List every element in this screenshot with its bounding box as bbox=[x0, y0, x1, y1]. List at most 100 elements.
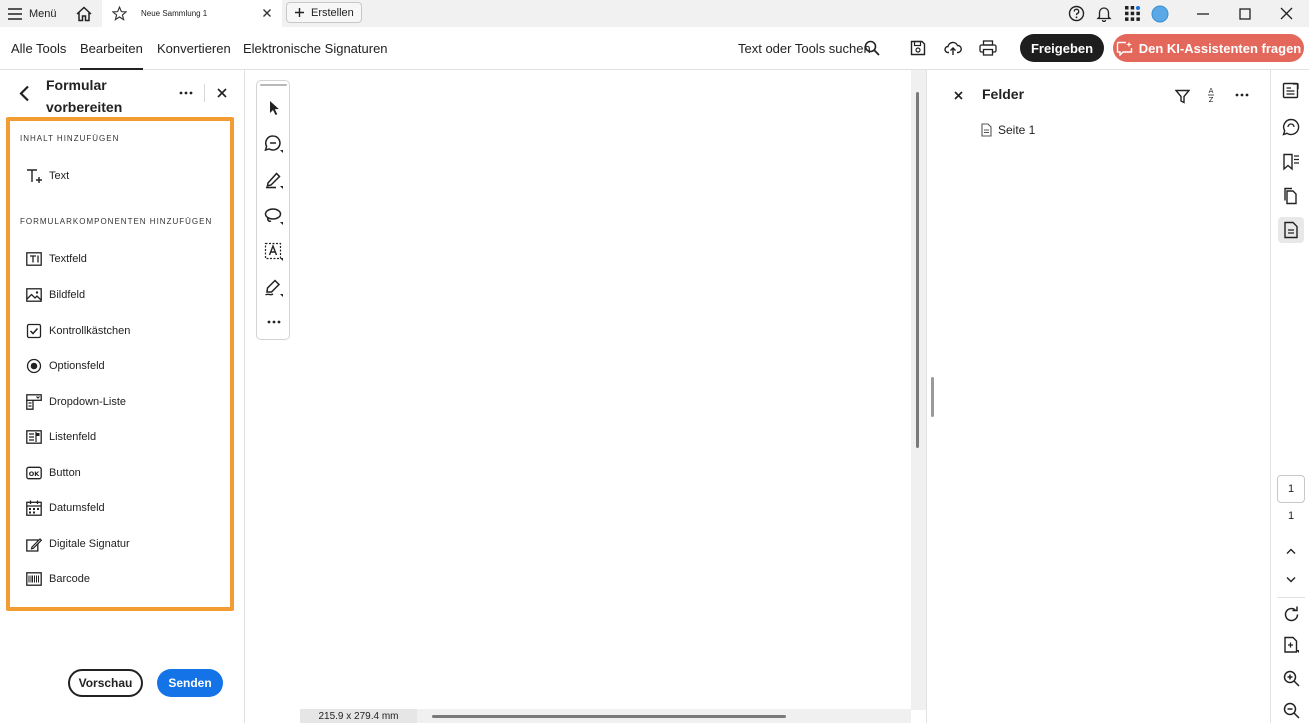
tab-elektronische-signaturen[interactable]: Elektronische Signaturen bbox=[243, 41, 388, 56]
current-page-input[interactable]: 1 bbox=[1277, 475, 1305, 503]
component-barcode[interactable]: Barcode bbox=[26, 569, 90, 589]
edit-pdf-icon bbox=[1282, 82, 1299, 99]
highlight-tool[interactable] bbox=[263, 169, 285, 191]
avatar[interactable] bbox=[1151, 0, 1169, 27]
send-button[interactable]: Senden bbox=[157, 669, 223, 697]
comment-tool[interactable] bbox=[263, 133, 285, 155]
vertical-scroll-thumb[interactable] bbox=[916, 92, 919, 448]
panel-close-button[interactable] bbox=[214, 85, 230, 101]
prepare-form-panel: Formular vorbereiten INHALT HINZUFÜGEN T… bbox=[0, 70, 245, 723]
text-recognition-tool[interactable] bbox=[263, 241, 285, 263]
chevron-up-icon bbox=[1286, 548, 1296, 554]
rail-edit-button[interactable] bbox=[1278, 78, 1304, 104]
home-icon bbox=[76, 5, 92, 21]
ai-assistant-icon bbox=[1116, 41, 1132, 56]
document-canvas[interactable] bbox=[300, 70, 912, 710]
component-label: Digitale Signatur bbox=[49, 538, 130, 550]
fill-sign-tool[interactable] bbox=[263, 277, 285, 299]
component-kontrollkaestchen[interactable]: Kontrollkästchen bbox=[26, 321, 130, 341]
bell-icon bbox=[1096, 7, 1112, 22]
search-button[interactable] bbox=[863, 39, 881, 57]
help-button[interactable] bbox=[1068, 0, 1085, 27]
signature-icon bbox=[26, 538, 42, 552]
tab-alle-tools[interactable]: Alle Tools bbox=[11, 41, 66, 56]
more-tools[interactable] bbox=[263, 311, 285, 333]
section-form-components: FORMULARKOMPONENTEN HINZUFÜGEN bbox=[20, 217, 213, 226]
rotate-button[interactable] bbox=[1278, 601, 1304, 627]
drag-handle[interactable] bbox=[260, 84, 287, 86]
dropdown-icon bbox=[26, 394, 42, 410]
menu-button[interactable]: Menü bbox=[8, 0, 57, 27]
tab-bearbeiten[interactable]: Bearbeiten bbox=[80, 41, 143, 70]
save-button[interactable] bbox=[908, 38, 928, 58]
avatar-icon bbox=[1151, 5, 1169, 22]
next-page-button[interactable] bbox=[1278, 567, 1304, 593]
zoom-out-button[interactable] bbox=[1278, 697, 1304, 723]
plus-icon bbox=[295, 8, 304, 17]
horizontal-scroll-thumb[interactable] bbox=[432, 715, 786, 718]
fields-more-button[interactable] bbox=[1233, 87, 1251, 103]
upload-button[interactable] bbox=[943, 38, 963, 58]
tab-title: Neue Sammlung 1 bbox=[141, 9, 208, 18]
document-tab[interactable]: Neue Sammlung 1 bbox=[102, 0, 282, 27]
close-icon[interactable] bbox=[260, 6, 274, 20]
print-button[interactable] bbox=[978, 38, 998, 58]
notifications-button[interactable] bbox=[1096, 0, 1112, 27]
component-listenfeld[interactable]: Listenfeld bbox=[26, 427, 96, 447]
close-window-button[interactable] bbox=[1280, 0, 1293, 27]
create-button[interactable]: Erstellen bbox=[286, 2, 362, 23]
rail-pages-button[interactable] bbox=[1278, 183, 1304, 209]
maximize-button[interactable] bbox=[1239, 0, 1251, 27]
rail-form-fields-button[interactable] bbox=[1278, 217, 1304, 243]
lasso-tool[interactable] bbox=[263, 205, 285, 227]
ai-label: Den KI-Assistenten fragen bbox=[1138, 40, 1302, 56]
rail-comment-button[interactable] bbox=[1278, 114, 1304, 140]
component-label: Kontrollkästchen bbox=[49, 325, 131, 337]
back-button[interactable] bbox=[14, 83, 34, 103]
minimize-button[interactable] bbox=[1196, 0, 1210, 27]
print-icon bbox=[979, 40, 997, 56]
component-textfeld[interactable]: Textfeld bbox=[26, 249, 87, 269]
radio-icon bbox=[26, 358, 42, 374]
fields-title: Felder bbox=[982, 86, 1025, 102]
component-bildfeld[interactable]: Bildfeld bbox=[26, 285, 85, 305]
ai-assistant-button[interactable]: Den KI-Assistenten fragen bbox=[1113, 34, 1304, 62]
rotate-icon bbox=[1284, 606, 1298, 621]
more-icon bbox=[267, 320, 281, 324]
preview-button[interactable]: Vorschau bbox=[68, 669, 143, 697]
fields-close-button[interactable] bbox=[951, 88, 965, 102]
share-button[interactable]: Freigeben bbox=[1020, 34, 1104, 62]
sort-button[interactable]: AZ bbox=[1203, 85, 1219, 105]
more-horizontal-icon bbox=[1235, 93, 1249, 97]
rail-bookmarks-button[interactable] bbox=[1278, 149, 1304, 175]
calendar-icon bbox=[26, 500, 42, 516]
page-entry[interactable]: Seite 1 bbox=[981, 123, 1035, 137]
component-optionsfeld[interactable]: Optionsfeld bbox=[26, 356, 105, 376]
component-datumsfeld[interactable]: Datumsfeld bbox=[26, 498, 105, 518]
component-label: Bildfeld bbox=[49, 289, 86, 301]
previous-page-button[interactable] bbox=[1278, 538, 1304, 564]
panel-splitter[interactable] bbox=[931, 377, 934, 417]
tab-konvertieren[interactable]: Konvertieren bbox=[157, 41, 231, 56]
panel-more-button[interactable] bbox=[177, 85, 195, 101]
search-tools-label[interactable]: Text oder Tools suchen bbox=[738, 41, 871, 56]
component-dropdown-liste[interactable]: Dropdown-Liste bbox=[26, 392, 126, 412]
filter-button[interactable] bbox=[1173, 87, 1191, 105]
cloud-upload-icon bbox=[944, 41, 962, 55]
star-icon[interactable] bbox=[112, 6, 127, 21]
share-label: Freigeben bbox=[1030, 40, 1094, 56]
select-tool[interactable] bbox=[263, 97, 285, 119]
page-icon bbox=[981, 123, 992, 137]
component-button[interactable]: OK Button bbox=[26, 463, 81, 483]
panel-title: Formular vorbereiten bbox=[46, 77, 123, 115]
home-button[interactable] bbox=[75, 0, 93, 27]
comment-icon bbox=[264, 135, 283, 153]
page-extract-button[interactable] bbox=[1278, 632, 1304, 658]
zoom-in-button[interactable] bbox=[1278, 665, 1304, 691]
svg-text:OK: OK bbox=[29, 470, 41, 478]
hamburger-icon bbox=[8, 7, 22, 20]
svg-text:Z: Z bbox=[1209, 96, 1214, 104]
add-text-item[interactable]: Text bbox=[26, 166, 69, 186]
apps-button[interactable] bbox=[1125, 0, 1140, 27]
component-digitale-signatur[interactable]: Digitale Signatur bbox=[26, 534, 130, 554]
